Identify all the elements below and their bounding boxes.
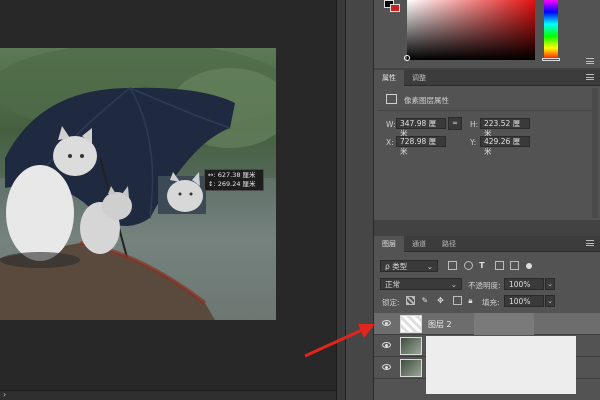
layer-filter-label: ρ 类型 — [385, 262, 408, 271]
background-color-swatch[interactable] — [390, 4, 400, 12]
tab-channels[interactable]: 通道 — [404, 236, 434, 252]
layer-thumbnail — [400, 315, 422, 333]
visibility-eye-icon[interactable] — [382, 364, 391, 370]
layer-name[interactable]: 图层 2 — [428, 319, 452, 330]
properties-header: 像素图层属性 — [404, 96, 449, 105]
h-field[interactable]: 223.52 厘米 — [480, 118, 530, 138]
hue-slider-marker[interactable] — [542, 58, 560, 61]
x-label: X: — [386, 138, 394, 147]
link-icon[interactable]: ∞ — [448, 117, 462, 130]
canvas-scroll-gutter[interactable] — [336, 0, 346, 400]
fill-field[interactable]: 100% — [504, 295, 544, 307]
properties-tabbar: 属性 调整 — [374, 70, 600, 86]
properties-panel: 属性 调整 像素图层属性 W: 347.98 厘米 ∞ H: 223.52 厘米 … — [374, 70, 600, 220]
pixel-layer-icon — [386, 94, 397, 104]
w-field[interactable]: 347.98 厘米 — [396, 118, 446, 138]
layers-panel: 图层通道路径 ρ 类型 ⌄ T 正常 ⌄ 不透明度: 100% ⌄ 锁定: — [374, 236, 600, 400]
w-label: W: — [386, 120, 396, 129]
lock-label: 锁定: — [382, 298, 400, 307]
blend-mode-value: 正常 — [385, 280, 400, 289]
opacity-label: 不透明度: — [468, 281, 501, 290]
layer-row[interactable]: 图层 2 — [374, 313, 600, 335]
lock-artboard-icon[interactable] — [452, 296, 462, 305]
layer-thumbnail — [400, 359, 422, 377]
tab-paths[interactable]: 路径 — [434, 236, 464, 252]
right-panel-column: 属性 调整 像素图层属性 W: 347.98 厘米 ∞ H: 223.52 厘米 … — [374, 0, 600, 400]
filter-pixel-icon[interactable] — [448, 261, 457, 270]
opacity-field[interactable]: 100% — [504, 278, 544, 290]
transform-readout-tooltip: ↔: 627.38 厘米 ↕: 269.24 厘米 — [204, 169, 264, 191]
filter-type-icon[interactable]: T — [479, 261, 488, 270]
status-expand-icon[interactable]: › — [3, 390, 6, 399]
layers-tabbar: 图层 通道 路径 — [374, 236, 600, 252]
properties-divider — [378, 110, 596, 111]
overlay-block — [426, 336, 576, 394]
saturation-value-field[interactable] — [407, 0, 535, 60]
chevron-down-icon: ⌄ — [450, 280, 457, 289]
y-label: Y: — [470, 138, 477, 147]
filter-shape-icon[interactable] — [494, 261, 504, 270]
color-panel — [374, 0, 600, 68]
layer-filter-icons: T — [448, 261, 532, 270]
width-symbol: ↔: — [208, 171, 216, 179]
visibility-eye-icon[interactable] — [382, 342, 391, 348]
y-field[interactable]: 429.26 厘米 — [480, 136, 530, 156]
lock-all-icon[interactable]: 🔒︎ — [468, 296, 477, 306]
fill-label: 填充: — [482, 298, 500, 307]
layers-menu-icon[interactable] — [586, 240, 594, 246]
height-symbol: ↕: — [208, 180, 216, 188]
readout-height-row: ↕: 269.24 厘米 — [208, 180, 260, 189]
lock-position-icon[interactable]: ✥ — [437, 296, 446, 305]
hue-slider[interactable] — [544, 0, 558, 60]
lock-transparent-icon[interactable] — [406, 296, 415, 305]
tab-adjustments[interactable]: 调整 — [404, 70, 434, 86]
readout-height-value: 269.24 厘米 — [217, 180, 256, 188]
layer-highlight-block — [474, 313, 534, 335]
layer-thumbnail — [400, 337, 422, 355]
visibility-eye-icon[interactable] — [382, 320, 391, 326]
readout-width-row: ↔: 627.38 厘米 — [208, 171, 260, 180]
collapsed-panel-dock[interactable] — [346, 0, 374, 400]
opacity-value: 100% — [509, 280, 531, 289]
fill-chevron-icon[interactable]: ⌄ — [545, 295, 555, 307]
filter-toggle-icon[interactable] — [525, 262, 532, 269]
properties-menu-icon[interactable] — [586, 74, 594, 80]
h-label: H: — [470, 120, 479, 129]
properties-scrollbar[interactable] — [592, 88, 598, 218]
lock-image-brush-icon[interactable]: ✎ — [422, 296, 431, 305]
readout-width-value: 627.38 厘米 — [217, 171, 256, 179]
lock-icons: ✎ ✥ 🔒︎ — [406, 296, 477, 306]
chevron-down-icon: ⌄ — [426, 262, 433, 271]
filter-adjustment-icon[interactable] — [463, 261, 473, 270]
x-field[interactable]: 728.98 厘米 — [396, 136, 446, 156]
tab-layers[interactable]: 图层 — [374, 236, 404, 252]
blend-mode-dropdown[interactable]: 正常 ⌄ — [380, 278, 462, 290]
opacity-chevron-icon[interactable]: ⌄ — [545, 278, 555, 290]
color-picker-handle[interactable] — [404, 55, 410, 61]
layer-filter-dropdown[interactable]: ρ 类型 ⌄ — [380, 260, 438, 272]
filter-smart-object-icon[interactable] — [510, 261, 520, 270]
color-panel-menu-icon[interactable] — [586, 58, 594, 64]
status-bar: › — [0, 390, 336, 400]
fill-value: 100% — [509, 297, 531, 306]
tab-properties[interactable]: 属性 — [374, 70, 404, 86]
